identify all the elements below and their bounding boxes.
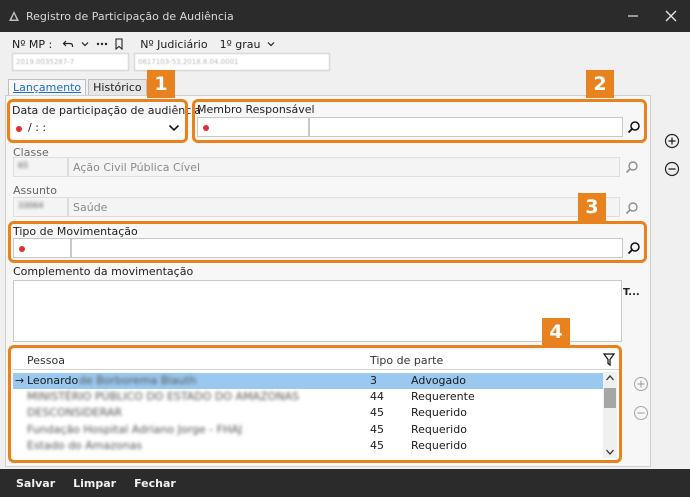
remove-circle-icon[interactable] [664, 161, 680, 177]
mp-label: Nº MP : [12, 37, 53, 51]
tab-lancamento[interactable]: Lançamento [8, 79, 87, 96]
grau-dropdown-icon[interactable] [266, 39, 276, 49]
limpar-button[interactable]: Limpar [73, 477, 116, 490]
minimize-button[interactable] [614, 0, 652, 32]
chevron-down-icon[interactable] [80, 39, 90, 49]
mp-number-field[interactable]: 2019.0035287-7 [12, 53, 129, 71]
badge-4: 4 [542, 318, 570, 346]
bookmark-icon[interactable] [114, 38, 124, 50]
header-row: Nº MP : Nº Judiciário 1º grau [12, 36, 276, 52]
assunto-code-field: 10064 [13, 197, 68, 217]
tab-bar: Lançamento Histórico [8, 79, 149, 96]
highlight-box-4 [8, 345, 622, 463]
classe-value: Ação Civil Pública Cível [73, 161, 201, 174]
close-button[interactable] [652, 0, 690, 32]
tab-historico[interactable]: Histórico [88, 79, 147, 96]
salvar-button[interactable]: Salvar [16, 477, 55, 490]
classe-code: 65 [18, 161, 29, 170]
classe-name-field: Ação Civil Pública Cível [68, 157, 620, 177]
highlight-box-1 [7, 99, 188, 143]
add-parte-icon[interactable] [633, 376, 649, 392]
minimize-icon [628, 15, 638, 17]
title-bar: Registro de Participação de Audiência [0, 0, 690, 32]
search-icon [625, 161, 638, 174]
close-icon [665, 10, 677, 22]
assunto-label: Assunto [13, 184, 57, 197]
classe-search-button[interactable] [622, 157, 642, 177]
classe-code-field: 65 [13, 157, 68, 177]
badge-2: 2 [586, 70, 614, 98]
complemento-label: Complemento da movimentação [13, 265, 194, 278]
badge-1: 1 [147, 70, 175, 98]
app-icon [9, 11, 19, 21]
search-icon [625, 202, 638, 215]
window-title: Registro de Participação de Audiência [26, 9, 234, 23]
highlight-box-2 [192, 99, 647, 143]
action-bar: Salvar Limpar Fechar [0, 469, 690, 497]
assunto-search-button[interactable] [622, 198, 642, 218]
undo-icon[interactable] [62, 38, 74, 50]
text-format-icon[interactable]: T... [623, 287, 640, 298]
grau-label: 1º grau [219, 37, 261, 51]
judiciario-label: Nº Judiciário [140, 37, 208, 51]
judiciario-number-field[interactable]: 0617103-53.2018.8.04.0001 [134, 53, 330, 71]
complemento-textarea[interactable] [13, 280, 622, 342]
assunto-code: 10064 [18, 201, 44, 210]
fechar-button[interactable]: Fechar [134, 477, 176, 490]
badge-3: 3 [578, 193, 606, 221]
assunto-value: Saúde [73, 201, 108, 214]
add-circle-icon[interactable] [664, 133, 680, 149]
highlight-box-3 [8, 221, 647, 263]
remove-parte-icon[interactable] [633, 405, 649, 421]
assunto-name-field: Saúde [68, 197, 620, 217]
more-icon[interactable] [96, 39, 108, 49]
